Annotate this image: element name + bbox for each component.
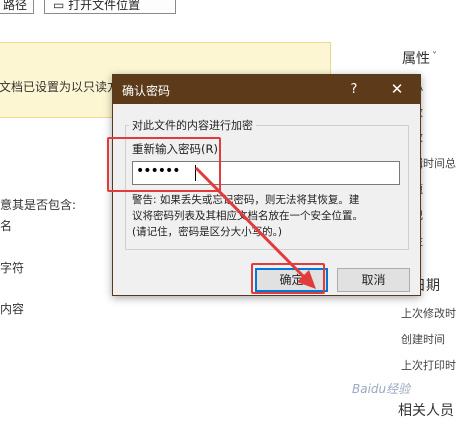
annotation-arrow-icon: [194, 166, 316, 289]
